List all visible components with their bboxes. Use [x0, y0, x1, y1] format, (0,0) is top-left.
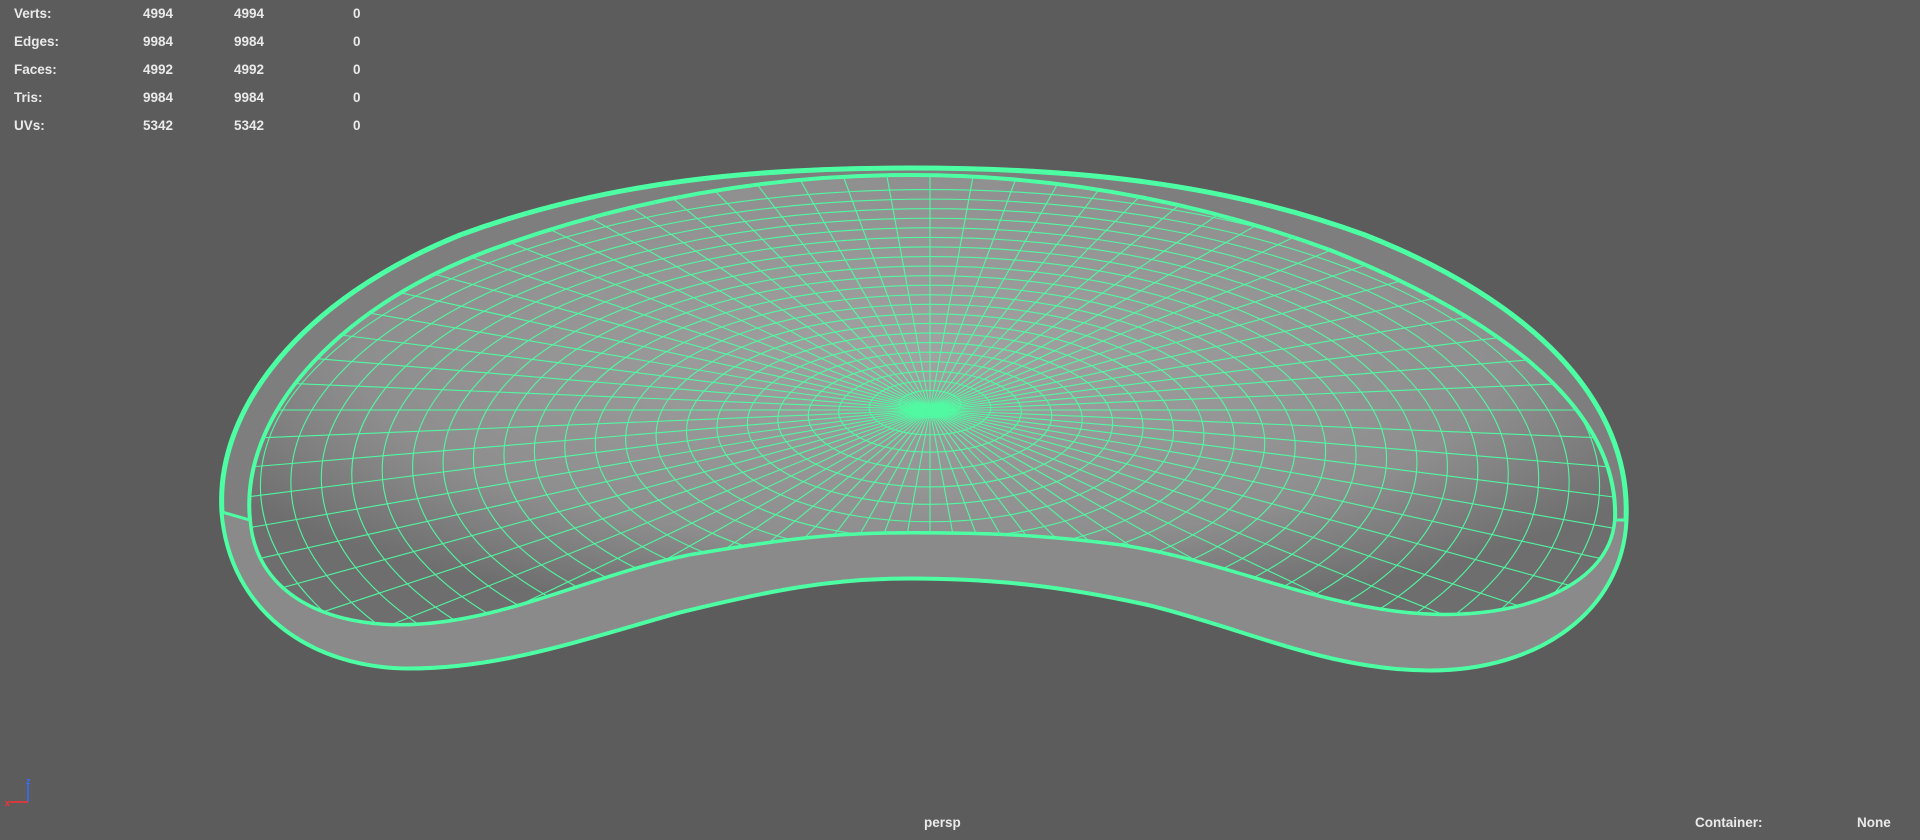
container-label: Container: [1695, 815, 1763, 830]
hud-value: 0 [353, 118, 361, 133]
hud-value: 0 [353, 6, 361, 21]
hud-value: 4992 [234, 62, 265, 77]
hud-value: 5342 [234, 118, 265, 133]
camera-name-label: persp [924, 815, 961, 830]
hud-value: 9984 [143, 34, 174, 49]
hud-value: 9984 [234, 34, 265, 49]
hud-value: 0 [353, 34, 361, 49]
perspective-viewport[interactable]: Verts: 4994 4994 0 Edges: 9984 9984 0 Fa… [0, 0, 1920, 840]
hud-value: 4994 [234, 6, 265, 21]
axis-z-label: z [26, 776, 31, 786]
hud-value: 0 [353, 62, 361, 77]
hud-label: Tris: [14, 90, 43, 105]
hud-value: 9984 [143, 90, 174, 105]
hud-label: Edges: [14, 34, 60, 49]
kidney-mesh-wireframe[interactable] [0, 0, 1920, 840]
hud-value: 9984 [234, 90, 265, 105]
hud-value: 0 [353, 90, 361, 105]
axis-indicator-icon: z x [5, 776, 31, 808]
hud-value: 4992 [143, 62, 174, 77]
container-value: None [1857, 815, 1891, 830]
axis-x-label: x [5, 798, 10, 808]
hud-value: 4994 [143, 6, 174, 21]
hud-value: 5342 [143, 118, 174, 133]
hud-label: Verts: [14, 6, 52, 21]
hud-label: Faces: [14, 62, 57, 77]
hud-label: UVs: [14, 118, 45, 133]
